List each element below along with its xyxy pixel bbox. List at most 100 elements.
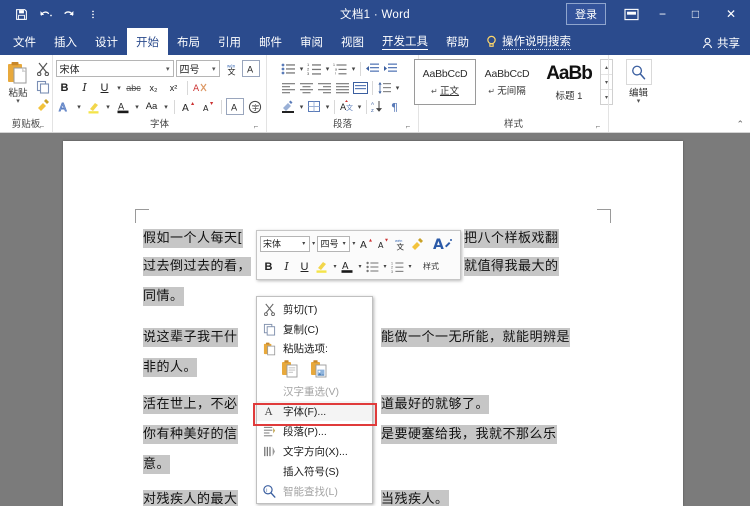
tab-review[interactable]: 审阅 xyxy=(291,28,332,55)
char-border-icon[interactable]: A xyxy=(241,60,260,77)
tab-design[interactable]: 设计 xyxy=(86,28,127,55)
tab-references[interactable]: 引用 xyxy=(209,28,250,55)
change-case-button[interactable]: Aa xyxy=(143,98,161,115)
text-effects-caret-icon[interactable]: ▾ xyxy=(76,103,83,111)
minimize-button[interactable]: − xyxy=(646,0,679,28)
subscript-button[interactable]: x₂ xyxy=(145,79,163,96)
keep-source-formatting-icon[interactable] xyxy=(281,359,300,379)
superscript-button[interactable]: x² xyxy=(165,79,183,96)
align-right-icon[interactable] xyxy=(316,79,333,96)
asian-layout-icon[interactable]: A文 xyxy=(338,98,355,115)
distribute-icon[interactable] xyxy=(352,79,369,96)
paste-dropdown-caret-icon[interactable]: ▾ xyxy=(16,98,20,105)
font-color-caret-icon[interactable]: ▾ xyxy=(134,103,141,111)
italic-button[interactable]: I xyxy=(76,79,94,96)
line-spacing-caret-icon[interactable]: ▾ xyxy=(394,84,401,92)
mini-bullets-caret-icon[interactable]: ▾ xyxy=(382,263,388,270)
clear-formatting-icon[interactable]: A xyxy=(192,79,210,96)
phonetic-guide-icon[interactable]: wén 文 xyxy=(222,60,240,77)
bold-button[interactable]: B xyxy=(56,79,74,96)
format-painter-icon[interactable] xyxy=(35,97,51,113)
font-size-combo[interactable]: 四号 ▾ xyxy=(175,60,220,77)
undo-icon[interactable] xyxy=(34,3,56,25)
clipboard-dialog-launcher-icon[interactable]: ⌐ xyxy=(38,123,46,131)
font-dialog-launcher-icon[interactable]: ⌐ xyxy=(252,123,260,131)
mini-bullets-icon[interactable] xyxy=(364,258,381,276)
mini-format-painter-icon[interactable] xyxy=(409,235,425,253)
tab-help[interactable]: 帮助 xyxy=(437,28,478,55)
shading-caret-icon[interactable]: ▾ xyxy=(298,103,305,111)
sign-in-button[interactable]: 登录 xyxy=(566,3,606,25)
paste-button[interactable]: 粘贴 ▾ xyxy=(1,59,35,105)
copy-icon[interactable] xyxy=(35,79,51,95)
mini-font-size-combo[interactable]: 四号 ▾ xyxy=(317,235,351,252)
context-menu-item-text-direction[interactable]: 文字方向(X)... xyxy=(257,441,372,461)
mini-italic-button[interactable]: I xyxy=(278,258,295,276)
change-case-caret-icon[interactable]: ▾ xyxy=(163,103,170,111)
mini-phonetic-guide-icon[interactable]: wén 文 xyxy=(392,235,408,253)
tab-insert[interactable]: 插入 xyxy=(45,28,86,55)
context-menu-item-font[interactable]: A 字体(F)... xyxy=(257,401,372,421)
mini-highlight-icon[interactable] xyxy=(314,258,331,276)
shrink-font-icon[interactable]: A xyxy=(199,98,217,115)
highlight-caret-icon[interactable]: ▾ xyxy=(105,103,112,111)
borders-icon[interactable] xyxy=(306,98,323,115)
share-button[interactable]: 共享 xyxy=(702,35,740,51)
mini-text-effects-icon[interactable]: A xyxy=(428,236,457,251)
grow-font-icon[interactable]: A xyxy=(179,98,197,115)
show-formatting-marks-icon[interactable]: ¶ xyxy=(388,98,405,115)
align-left-icon[interactable] xyxy=(280,79,297,96)
mini-font-color-icon[interactable]: A xyxy=(339,258,356,276)
mini-font-color-caret-icon[interactable]: ▾ xyxy=(357,263,363,270)
borders-caret-icon[interactable]: ▾ xyxy=(324,103,331,111)
justify-icon[interactable] xyxy=(334,79,351,96)
cut-icon[interactable] xyxy=(35,61,51,77)
tab-layout[interactable]: 布局 xyxy=(168,28,209,55)
collapse-ribbon-icon[interactable]: ⌃ xyxy=(736,119,744,130)
bullets-icon[interactable] xyxy=(280,60,297,77)
asian-layout-caret-icon[interactable]: ▾ xyxy=(356,103,363,111)
increase-indent-icon[interactable] xyxy=(382,60,399,77)
mini-highlight-caret-icon[interactable]: ▾ xyxy=(332,263,338,270)
bullets-caret-icon[interactable]: ▾ xyxy=(298,65,305,73)
sort-icon[interactable]: AZ xyxy=(370,98,387,115)
context-menu-item-insert-symbol[interactable]: 插入符号(S) xyxy=(257,461,372,481)
mini-underline-button[interactable]: U xyxy=(296,258,313,276)
shading-icon[interactable] xyxy=(280,98,297,115)
font-color-icon[interactable]: A xyxy=(114,98,132,115)
strikethrough-button[interactable]: abc xyxy=(125,79,143,96)
highlight-icon[interactable] xyxy=(85,98,103,115)
redo-icon[interactable] xyxy=(58,3,80,25)
text-effects-icon[interactable]: A xyxy=(56,98,74,115)
tab-developer[interactable]: 开发工具 xyxy=(373,28,437,55)
tell-me-search[interactable]: 操作说明搜索 xyxy=(486,28,571,55)
mini-shrink-font-icon[interactable]: A xyxy=(375,235,391,253)
font-name-combo[interactable]: 宋体 ▾ xyxy=(55,60,174,77)
underline-dropdown-caret-icon[interactable]: ▾ xyxy=(116,84,123,92)
style-item-normal[interactable]: AaBbCcD ↵ 正文 xyxy=(414,59,476,105)
multilevel-caret-icon[interactable]: ▾ xyxy=(350,65,357,73)
numbering-icon[interactable]: 123 xyxy=(306,60,323,77)
editing-dropdown-caret-icon[interactable]: ▾ xyxy=(637,98,641,105)
mini-bold-button[interactable]: B xyxy=(260,258,277,276)
tab-mailings[interactable]: 邮件 xyxy=(250,28,291,55)
context-menu-item-copy[interactable]: 复制(C) xyxy=(257,319,372,339)
style-item-heading-1[interactable]: AaBb 标题 1 xyxy=(538,59,600,105)
picture-paste-icon[interactable] xyxy=(310,359,329,379)
tab-file[interactable]: 文件 xyxy=(0,28,45,55)
line-spacing-icon[interactable] xyxy=(376,79,393,96)
editing-button[interactable]: 编辑 ▾ xyxy=(625,59,652,105)
mini-numbering-caret-icon[interactable]: ▾ xyxy=(407,263,413,270)
char-shading-icon[interactable]: A xyxy=(225,98,244,115)
context-menu-item-cut[interactable]: 剪切(T) xyxy=(257,299,372,319)
numbering-caret-icon[interactable]: ▾ xyxy=(324,65,331,73)
save-icon[interactable] xyxy=(10,3,32,25)
style-item-no-spacing[interactable]: AaBbCcD ↵ 无间隔 xyxy=(476,59,538,105)
tab-home[interactable]: 开始 xyxy=(127,28,168,55)
context-menu-item-smart-lookup[interactable]: i 智能查找(L) xyxy=(257,481,372,501)
multilevel-list-icon[interactable]: 1ai xyxy=(332,60,349,77)
tab-view[interactable]: 视图 xyxy=(332,28,373,55)
enclose-characters-icon[interactable]: 宇 xyxy=(246,98,264,115)
mini-numbering-icon[interactable]: 123 xyxy=(389,258,406,276)
paragraph-dialog-launcher-icon[interactable]: ⌐ xyxy=(404,123,412,131)
